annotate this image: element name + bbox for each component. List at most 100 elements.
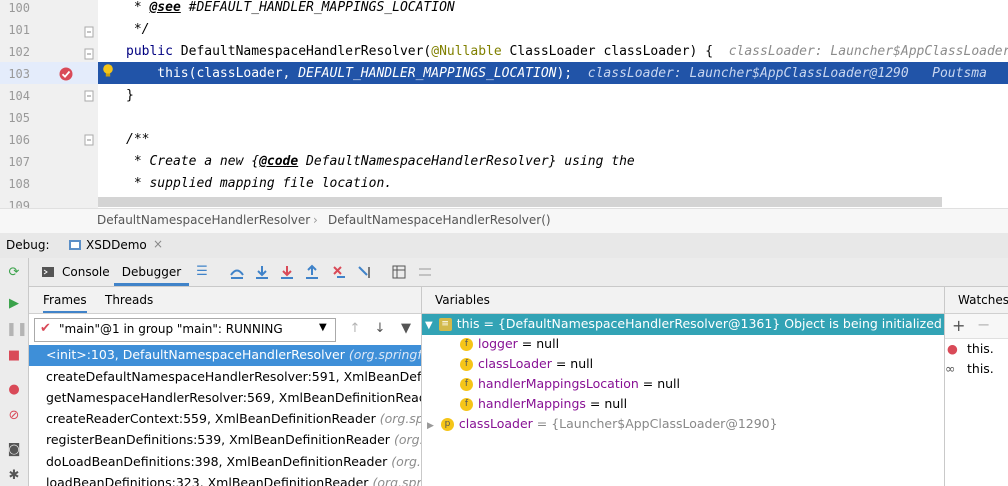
field-icon: f [460,358,473,371]
line-number: 102 [8,45,30,59]
step-over-icon[interactable] [254,264,270,280]
breakpoint-icon[interactable] [58,66,74,82]
stop-icon[interactable]: ■ [6,348,22,364]
evaluate-expression-icon[interactable] [391,264,407,280]
tab-console[interactable]: Console [62,258,110,286]
code-line-107: * Create a new {@code DefaultNamespaceHa… [126,154,635,169]
arrow-up-icon[interactable]: ↑ [347,321,363,337]
variable-this[interactable]: ▼ ≡ this = {DefaultNamespaceHandlerResolve… [425,314,942,334]
breadcrumb: DefaultNamespaceHandlerResolver › Defaul… [0,208,1008,234]
breadcrumb-class[interactable]: DefaultNamespaceHandlerResolver [97,213,310,227]
frame-item[interactable]: doLoadBeanDefinitions:398, XmlBeanDefini… [46,452,421,472]
object-icon: ≡ [438,318,452,331]
frames-panel-header: Frames Threads [29,287,421,314]
variable-field[interactable]: f classLoader = null [460,354,593,374]
frame-item[interactable]: getNamespaceHandlerResolver:569, XmlBean… [46,388,421,408]
drop-frame-icon[interactable] [331,264,347,280]
run-to-cursor-icon[interactable] [357,264,373,280]
variables-panel-header: Variables [422,287,944,314]
error-icon: ● [947,341,958,356]
pause-icon[interactable]: ❚❚ [6,322,28,338]
application-icon [69,240,81,250]
line-number: 107 [8,155,30,169]
debug-tool-window-header: Debug: XSDDemo × [0,233,1008,259]
view-breakpoints-icon[interactable]: ● [6,382,22,398]
watch-item[interactable]: ∞ this. [945,359,994,379]
console-icon [42,267,54,277]
rerun-icon[interactable]: ⟳ [6,265,22,281]
code-line-101: */ [126,22,150,37]
variables-tree: ▼ ≡ this = {DefaultNamespaceHandlerResolve… [422,314,944,486]
code-line-106: /** [126,132,150,147]
code-line-104: } [126,88,134,103]
parameter-icon: p [440,418,454,431]
frame-item[interactable]: createReaderContext:559, XmlBeanDefiniti… [46,409,421,429]
tab-debugger[interactable]: Debugger [114,258,189,286]
variable-field[interactable]: f handlerMappingsLocation = null [460,374,680,394]
arrow-down-icon[interactable]: ↓ [372,321,388,337]
variable-field[interactable]: f logger = null [460,334,559,354]
step-into-icon[interactable] [279,264,295,280]
watch-item[interactable]: ● this. [947,339,994,359]
watches-toolbar: + − [945,314,1008,339]
tab-frames[interactable]: Frames [43,293,87,313]
code-line-100: * @see #DEFAULT_HANDLER_MAPPINGS_LOCATIO… [126,0,455,15]
camera-icon[interactable]: ◙ [6,442,22,458]
variable-param[interactable]: ▶ p classLoader = {Launcher$AppClassLoader… [427,414,778,434]
breadcrumb-method[interactable]: DefaultNamespaceHandlerResolver() [328,213,551,227]
step-out-icon[interactable] [304,264,320,280]
check-icon: ✔ [40,321,51,336]
line-number: 103 [8,67,30,81]
field-icon: f [460,378,473,391]
mute-breakpoints-icon[interactable]: ⊘ [6,408,22,424]
line-number: 105 [8,111,30,125]
tab-threads[interactable]: Threads [105,293,153,307]
chevron-down-icon: ▼ [319,322,327,333]
fold-marker-icon[interactable] [84,48,94,60]
line-number: 100 [8,1,30,15]
trace-icon[interactable] [417,264,433,280]
filter-icon[interactable]: ▼ [398,321,414,337]
glasses-icon: ∞ [945,361,956,376]
line-number: 101 [8,23,30,37]
code-line-103: this(classLoader, DEFAULT_HANDLER_MAPPIN… [126,66,987,81]
code-editor[interactable]: 100 101 102 103 104 105 106 107 108 109 … [0,0,1008,208]
resume-icon[interactable]: ▶ [6,296,22,312]
settings-icon[interactable]: ✱ [6,468,22,484]
watches-list: ● this. ∞ this. [945,339,1008,486]
variables-title: Variables [435,293,490,307]
thread-select-value: "main"@1 in group "main": RUNNING [59,322,283,336]
debugger-tabs-row: Console Debugger ☰ [29,258,1008,287]
thread-select[interactable]: ✔ "main"@1 in group "main": RUNNING ▼ [34,318,336,342]
line-number: 106 [8,133,30,147]
lightbulb-icon[interactable] [101,63,115,79]
line-number: 108 [8,177,30,191]
frame-item[interactable]: registerBeanDefinitions:539, XmlBeanDefi… [46,430,421,450]
remove-watch-icon[interactable]: − [977,315,990,334]
add-watch-icon[interactable]: + [952,316,965,335]
debug-left-toolbar: ⟳ ▶ ❚❚ ■ ● ⊘ ◙ ✱ [0,258,29,486]
line-number: 109 [8,199,30,208]
watches-title: Watches [958,293,1008,307]
frames-list: <init>:103, DefaultNamespaceHandlerResol… [29,345,421,486]
close-icon[interactable]: × [153,237,163,251]
field-icon: f [460,338,473,351]
variable-field[interactable]: f handlerMappings = null [460,394,627,414]
breadcrumb-separator: › [313,213,318,227]
watches-panel-header: Watches [945,287,1008,314]
frame-item[interactable]: createDefaultNamespaceHandlerResolver:59… [46,367,421,387]
menu-icon[interactable]: ☰ [194,264,210,280]
debug-label: Debug: [6,238,50,252]
fold-marker-icon[interactable] [84,134,94,146]
show-execution-point-icon[interactable] [229,264,245,280]
expand-arrow-icon[interactable]: ▶ [427,421,434,431]
debug-session-tab[interactable]: XSDDemo [86,238,147,252]
fold-marker-icon[interactable] [84,90,94,102]
line-number: 104 [8,89,30,103]
frame-item[interactable]: <init>:103, DefaultNamespaceHandlerResol… [46,345,421,365]
horizontal-scrollbar[interactable] [98,197,942,207]
code-line-102: public DefaultNamespaceHandlerResolver(@… [126,44,1008,59]
expand-arrow-icon[interactable]: ▼ [425,320,433,331]
frame-item[interactable]: loadBeanDefinitions:323, XmlBeanDefiniti… [46,473,421,486]
fold-marker-icon[interactable] [84,26,94,38]
